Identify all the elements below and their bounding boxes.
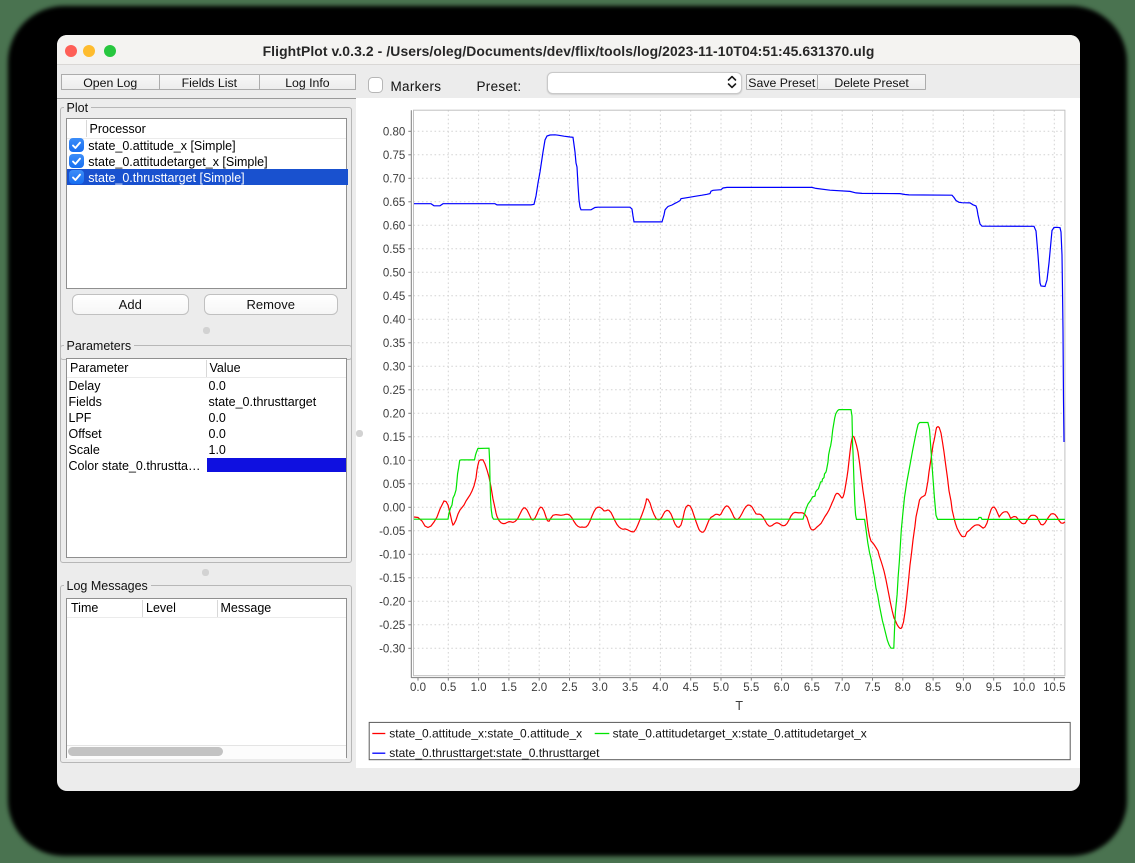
- svg-text:5.5: 5.5: [743, 682, 759, 694]
- svg-text:3.5: 3.5: [622, 682, 638, 694]
- svg-text:state_0.attitude_x:state_0.att: state_0.attitude_x:state_0.attitude_x: [389, 727, 582, 741]
- svg-text:0.50: 0.50: [383, 267, 405, 279]
- svg-text:0.60: 0.60: [383, 220, 405, 232]
- svg-text:-0.15: -0.15: [379, 573, 405, 585]
- svg-text:10.0: 10.0: [1013, 682, 1035, 694]
- svg-text:state_0.attitudetarget_x:state: state_0.attitudetarget_x:state_0.attitud…: [613, 727, 867, 741]
- svg-text:0.00: 0.00: [383, 502, 405, 514]
- svg-text:0.0: 0.0: [410, 682, 426, 694]
- svg-text:0.30: 0.30: [383, 361, 405, 373]
- svg-text:8.0: 8.0: [895, 682, 911, 694]
- svg-text:0.65: 0.65: [383, 197, 405, 209]
- svg-text:T: T: [735, 699, 743, 713]
- svg-text:4.5: 4.5: [683, 682, 699, 694]
- svg-text:0.70: 0.70: [383, 173, 405, 185]
- svg-text:0.35: 0.35: [383, 338, 405, 350]
- svg-text:10.5: 10.5: [1043, 682, 1065, 694]
- svg-text:5.0: 5.0: [713, 682, 729, 694]
- svg-text:0.75: 0.75: [383, 150, 405, 162]
- svg-text:2.0: 2.0: [531, 682, 547, 694]
- svg-text:1.5: 1.5: [501, 682, 517, 694]
- svg-text:7.5: 7.5: [865, 682, 881, 694]
- svg-text:0.25: 0.25: [383, 385, 405, 397]
- svg-text:9.5: 9.5: [986, 682, 1002, 694]
- svg-text:0.5: 0.5: [440, 682, 456, 694]
- svg-text:0.55: 0.55: [383, 244, 405, 256]
- svg-text:0.45: 0.45: [383, 291, 405, 303]
- svg-text:-0.30: -0.30: [379, 643, 405, 655]
- svg-text:6.5: 6.5: [804, 682, 820, 694]
- svg-text:-0.10: -0.10: [379, 549, 405, 561]
- svg-text:3.0: 3.0: [592, 682, 608, 694]
- svg-text:state_0.thrusttarget:state_0.t: state_0.thrusttarget:state_0.thrusttarge…: [389, 746, 600, 760]
- svg-text:0.80: 0.80: [383, 126, 405, 138]
- svg-text:0.10: 0.10: [383, 455, 405, 467]
- svg-text:6.0: 6.0: [774, 682, 790, 694]
- svg-text:2.5: 2.5: [562, 682, 578, 694]
- svg-text:0.15: 0.15: [383, 432, 405, 444]
- svg-text:7.0: 7.0: [834, 682, 850, 694]
- svg-text:0.20: 0.20: [383, 408, 405, 420]
- svg-text:-0.25: -0.25: [379, 620, 405, 632]
- svg-text:0.40: 0.40: [383, 314, 405, 326]
- svg-text:9.0: 9.0: [955, 682, 971, 694]
- svg-text:-0.05: -0.05: [379, 526, 405, 538]
- svg-text:-0.20: -0.20: [379, 596, 405, 608]
- svg-text:1.0: 1.0: [471, 682, 487, 694]
- svg-text:4.0: 4.0: [652, 682, 668, 694]
- svg-text:0.05: 0.05: [383, 479, 405, 491]
- svg-text:8.5: 8.5: [925, 682, 941, 694]
